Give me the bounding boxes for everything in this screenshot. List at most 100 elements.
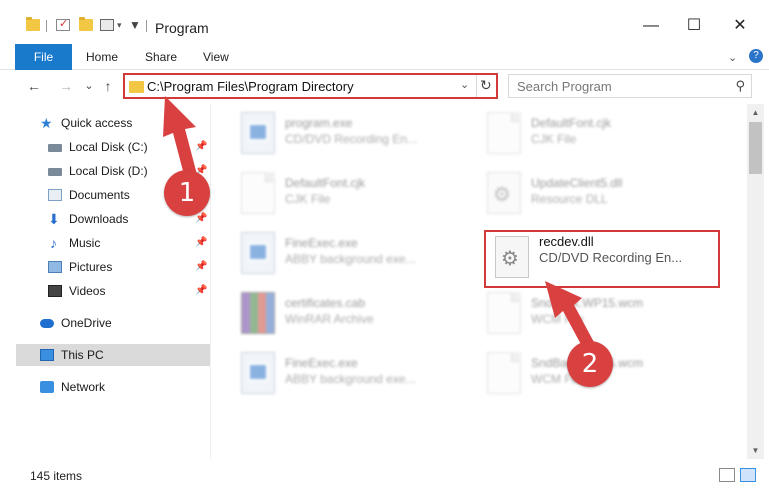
file-name: UpdateClient5.dll xyxy=(531,176,623,190)
file-item[interactable]: FineExec.exe ABBY background exe... xyxy=(233,346,463,400)
ribbon-tabs: File Home Share View ⌄ ? xyxy=(0,42,769,70)
file-name: certificates.cab xyxy=(285,296,366,310)
dropdown-arrow-icon[interactable]: ▼ xyxy=(129,18,141,32)
file-item[interactable]: DefaultFont.cjk CJK File xyxy=(479,106,709,160)
step-2-callout: 2 xyxy=(567,341,613,387)
pin-icon[interactable]: 📌 xyxy=(195,232,207,254)
computer-icon xyxy=(40,349,54,361)
minimize-button[interactable]: — xyxy=(638,14,664,38)
file-type: WCM File xyxy=(531,312,584,326)
forward-button[interactable]: → xyxy=(56,75,76,97)
file-type: CJK File xyxy=(531,132,577,146)
customize-quick-access-icon[interactable] xyxy=(100,19,114,31)
sidebar-item-label: Network xyxy=(61,380,106,394)
application-icon xyxy=(241,352,275,394)
scrollbar-thumb[interactable] xyxy=(749,122,762,174)
sidebar-item-label: Local Disk (C:) xyxy=(69,140,148,154)
file-name: SndBack.WP15.wcm xyxy=(531,296,644,310)
up-button[interactable]: ↑ xyxy=(98,75,118,97)
chevron-down-icon[interactable]: ▾ xyxy=(117,20,122,31)
sidebar-item-label: Pictures xyxy=(69,260,113,274)
sidebar-item-local-disk-c[interactable]: Local Disk (C:) 📌 xyxy=(16,136,210,158)
step-1-callout: 1 xyxy=(164,170,210,216)
sidebar-item-pictures[interactable]: Pictures 📌 xyxy=(16,256,210,278)
recent-locations-button[interactable]: ⌄ xyxy=(79,75,99,97)
pin-icon[interactable]: 📌 xyxy=(195,136,207,158)
item-count: 145 items xyxy=(30,469,83,483)
document-icon xyxy=(241,172,275,214)
maximize-button[interactable]: ☐ xyxy=(681,14,707,38)
file-name: FineExec.exe xyxy=(285,356,358,370)
file-name: program.exe xyxy=(285,116,353,130)
status-bar: 145 items xyxy=(0,460,769,490)
archive-icon xyxy=(241,292,275,334)
sidebar-item-label: Quick access xyxy=(61,116,133,130)
sidebar-item-label: Videos xyxy=(69,284,106,298)
title-bar: ✓ ▾ ▼ Program — ☐ ✕ xyxy=(0,0,769,40)
file-item[interactable]: certificates.cab WinRAR Archive xyxy=(233,286,463,340)
tab-view[interactable]: View xyxy=(203,44,229,70)
tab-home[interactable]: Home xyxy=(86,44,118,70)
tab-share[interactable]: Share xyxy=(145,44,177,70)
file-type: Resource DLL xyxy=(531,192,608,206)
file-item[interactable]: DefaultFont.cjk CJK File xyxy=(233,166,463,220)
document-icon xyxy=(487,352,521,394)
sidebar-item-label: Music xyxy=(69,236,101,250)
large-icons-view-icon[interactable] xyxy=(740,468,756,482)
file-item[interactable]: program.exe CD/DVD Recording En... xyxy=(233,106,463,160)
address-bar[interactable]: C:\Program Files\Program Directory ⌄ ↻ xyxy=(123,73,498,99)
videos-icon xyxy=(48,285,62,297)
address-separator xyxy=(476,75,477,97)
close-button[interactable]: ✕ xyxy=(727,14,753,38)
document-icon xyxy=(487,292,521,334)
pin-icon[interactable]: 📌 xyxy=(195,256,207,278)
scroll-up-icon[interactable]: ▲ xyxy=(747,104,764,121)
properties-icon[interactable]: ✓ xyxy=(56,18,70,31)
search-placeholder: Search Program xyxy=(517,79,612,94)
sidebar-item-label: Local Disk (D:) xyxy=(69,164,148,178)
sidebar-item-label: This PC xyxy=(61,348,104,362)
application-icon xyxy=(241,112,275,154)
tab-file[interactable]: File xyxy=(15,44,72,70)
file-highlight-box xyxy=(484,230,720,288)
application-icon xyxy=(241,232,275,274)
file-item[interactable]: ⚙ UpdateClient5.dll Resource DLL xyxy=(479,166,709,220)
vertical-scrollbar[interactable]: ▲ ▼ xyxy=(747,104,764,459)
refresh-icon[interactable]: ↻ xyxy=(480,77,492,94)
search-input[interactable]: Search Program ⚲ xyxy=(508,74,752,98)
sidebar-item-onedrive[interactable]: OneDrive xyxy=(16,312,210,334)
title-separator xyxy=(46,20,47,32)
window-title: Program xyxy=(155,20,209,36)
file-type: WinRAR Archive xyxy=(285,312,374,326)
sidebar-item-music[interactable]: ♪ Music 📌 xyxy=(16,232,210,254)
pin-icon[interactable]: 📌 xyxy=(195,280,207,302)
sidebar-item-label: OneDrive xyxy=(61,316,112,330)
document-icon xyxy=(487,112,521,154)
sidebar-item-network[interactable]: Network xyxy=(16,376,210,398)
file-name: DefaultFont.cjk xyxy=(285,176,366,190)
file-item[interactable]: FineExec.exe ABBY background exe... xyxy=(233,226,463,280)
file-type: ABBY background exe... xyxy=(285,252,416,266)
sidebar-item-this-pc[interactable]: This PC xyxy=(16,344,210,366)
file-type: ABBY background exe... xyxy=(285,372,416,386)
sidebar-item-quick-access[interactable]: ★ Quick access xyxy=(16,112,210,134)
gear-document-icon: ⚙ xyxy=(487,172,521,214)
documents-icon xyxy=(48,189,62,201)
chevron-down-icon[interactable]: ⌄ xyxy=(460,78,469,91)
navigation-pane: ★ Quick access Local Disk (C:) 📌 Local D… xyxy=(16,104,210,459)
downloads-icon: ⬇ xyxy=(48,211,60,227)
file-name: DefaultFont.cjk xyxy=(531,116,612,130)
file-type: CD/DVD Recording En... xyxy=(285,132,418,146)
address-path[interactable]: C:\Program Files\Program Directory xyxy=(147,79,354,94)
network-icon xyxy=(40,381,54,393)
sidebar-item-videos[interactable]: Videos 📌 xyxy=(16,280,210,302)
expand-ribbon-icon[interactable]: ⌄ xyxy=(728,51,737,64)
scroll-down-icon[interactable]: ▼ xyxy=(747,442,764,459)
help-icon[interactable]: ? xyxy=(749,49,763,63)
back-button[interactable]: ← xyxy=(24,75,44,97)
file-item[interactable]: SndBack.WP15.wcm WCM File xyxy=(479,286,709,340)
search-icon[interactable]: ⚲ xyxy=(735,78,745,94)
drive-icon xyxy=(48,168,62,176)
new-folder-icon[interactable] xyxy=(79,17,93,31)
details-view-icon[interactable] xyxy=(719,468,735,482)
